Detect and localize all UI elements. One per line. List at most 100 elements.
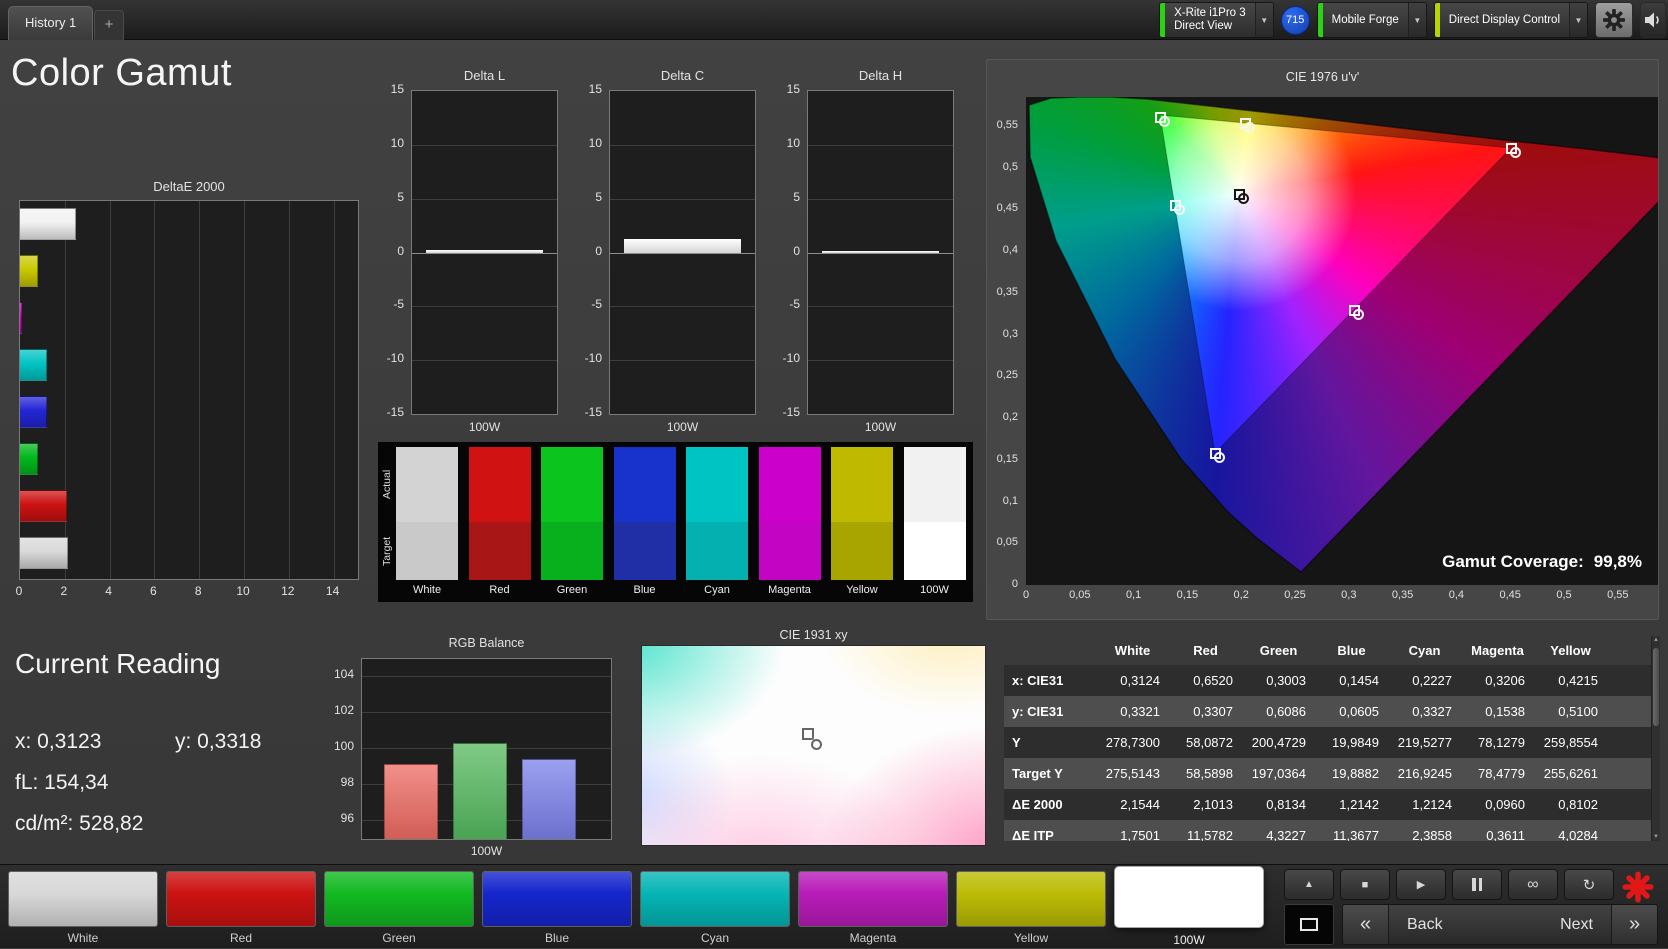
delta-h-chart-title: Delta H <box>858 68 903 83</box>
table-cell: 0,1538 <box>1485 704 1525 719</box>
y-tick-label: 0 <box>793 243 800 258</box>
transport-pause-button[interactable] <box>1452 869 1502 900</box>
target-row-label: Target <box>381 536 393 566</box>
patch-button-yellow[interactable]: Yellow <box>956 865 1106 949</box>
scroll-down-icon[interactable]: ▼ <box>1652 834 1660 840</box>
x-tick-label: 0,5 <box>1556 589 1572 601</box>
transport-refresh-button[interactable]: ↻ <box>1564 869 1614 900</box>
cie-marker-blue-primary-measured <box>1214 452 1225 463</box>
table-cell: 219,5277 <box>1397 735 1452 750</box>
patch-button-blue[interactable]: Blue <box>482 865 632 949</box>
settings-gear-button[interactable] <box>1595 2 1633 38</box>
next-button[interactable]: Next <box>1560 916 1593 934</box>
swatch-label: 100W <box>920 584 949 596</box>
patch-button-white[interactable]: White <box>8 865 158 949</box>
table-cell: 0,3611 <box>1486 828 1525 841</box>
actual-patch <box>686 447 748 522</box>
table-cell: 78,1279 <box>1478 735 1525 750</box>
delta-c-bar <box>624 238 741 253</box>
table-scrollbar[interactable]: ▲ ▼ <box>1651 636 1660 841</box>
deltae2000-x-axis: 0 2 4 6 8 10 12 14 <box>16 584 359 600</box>
y-tick-label: 0,35 <box>996 285 1018 298</box>
scroll-up-icon[interactable]: ▲ <box>1652 637 1660 643</box>
table-cell: 11,3677 <box>1332 828 1379 841</box>
patch-color <box>956 871 1106 927</box>
display-control-dropdown[interactable]: Direct Display Control ▼ <box>1433 2 1588 38</box>
rgb-balance-y-axis: 104 102 100 98 96 <box>317 658 357 840</box>
row-label: Y <box>1012 735 1021 750</box>
cie1931-target-marker <box>802 728 814 740</box>
transport-stop-button[interactable]: ■ <box>1340 869 1390 900</box>
swatch-column-red: Red <box>468 442 531 602</box>
patch-label: 100W <box>1173 933 1205 947</box>
y-tick-label: 98 <box>340 775 354 789</box>
table-cell: 0,5100 <box>1558 704 1598 719</box>
table-cell: 259,8554 <box>1543 735 1598 750</box>
y-tick-label: 10 <box>390 135 404 150</box>
chevron-down-icon[interactable]: ▼ <box>1569 3 1587 37</box>
cie-marker-green-primary-measured <box>1159 116 1170 127</box>
pattern-source-dropdown[interactable]: Mobile Forge ▼ <box>1316 2 1427 38</box>
table-cell: 4,3227 <box>1266 828 1306 841</box>
cie1976-panel: CIE 1976 u'v' 0,55 0,5 0,45 0,4 0,35 0,3 0,25 0… <box>986 59 1659 620</box>
chevron-down-icon[interactable]: ▼ <box>1407 3 1426 37</box>
patch-button-cyan[interactable]: Cyan <box>640 865 790 949</box>
x-tick-label: 8 <box>194 584 202 598</box>
patch-button-magenta[interactable]: Magenta <box>798 865 948 949</box>
back-chevron-button[interactable]: « <box>1343 905 1389 944</box>
pattern-source-label: Mobile Forge <box>1331 13 1399 26</box>
x-tick-label: 0,4 <box>1448 589 1465 601</box>
x-tick-label: 0 <box>1022 589 1030 601</box>
table-cell: 4,0284 <box>1558 828 1598 841</box>
delta-c-x-label: 100W <box>666 420 699 434</box>
reading-x: x: 0,3123 <box>15 730 102 753</box>
cie-marker-white-point-measured <box>1238 193 1249 204</box>
meter-dropdown[interactable]: X-Rite i1Pro 3 Direct View ▼ <box>1159 2 1274 38</box>
patch-label: Cyan <box>700 931 729 945</box>
red-asterisk-icon <box>1622 871 1654 903</box>
gridline <box>244 201 245 579</box>
speaker-button[interactable] <box>1640 2 1666 38</box>
gridline <box>412 306 557 308</box>
add-tab-button[interactable]: + <box>94 10 124 40</box>
patch-button-green[interactable]: Green <box>324 865 474 949</box>
patch-color <box>166 871 316 927</box>
transport-play-button[interactable]: ▶ <box>1396 869 1446 900</box>
patch-color <box>324 871 474 927</box>
up-icon: ▲ <box>1304 879 1314 890</box>
page-title: Color Gamut <box>11 52 232 94</box>
table-cell: 58,5898 <box>1186 766 1233 781</box>
table-cell: 0,6520 <box>1193 673 1233 688</box>
patch-button-100w[interactable]: 100W <box>1114 865 1264 949</box>
transport-infinity-button[interactable]: ∞ <box>1508 869 1558 900</box>
patch-label: Magenta <box>849 931 897 945</box>
autocal-star-button[interactable] <box>1618 868 1658 906</box>
chevron-down-icon[interactable]: ▼ <box>1254 3 1273 37</box>
meter-count-badge: 715 <box>1280 5 1310 35</box>
x-tick-label: 4 <box>105 584 112 598</box>
table-cell: 0,3327 <box>1412 704 1452 719</box>
row-label: y: CIE31 <box>1012 704 1064 719</box>
next-chevron-button[interactable]: » <box>1611 905 1657 944</box>
transport-up-button[interactable]: ▲ <box>1284 869 1334 900</box>
pattern-window-button[interactable] <box>1284 904 1334 945</box>
table-cell: 2,1013 <box>1193 797 1233 812</box>
table-row: ΔE ITP 1,7501 11,5782 4,3227 11,3677 2,3858 0,… <box>1004 820 1660 841</box>
column-header: Cyan <box>1408 643 1441 658</box>
patch-button-red[interactable]: Red <box>166 865 316 949</box>
target-patch <box>831 522 893 580</box>
y-tick-label: -10 <box>782 351 800 366</box>
y-tick-label: 10 <box>588 135 602 150</box>
delta-c-chart-title: Delta C <box>660 68 705 83</box>
back-button[interactable]: Back <box>1407 916 1443 934</box>
tab-history-1[interactable]: History 1 <box>8 6 94 40</box>
patch-label: Green <box>382 931 416 945</box>
gridline <box>109 201 111 579</box>
delta-h-x-label: 100W <box>864 420 897 434</box>
y-tick-label: 0,05 <box>996 536 1018 549</box>
cie1976-diagram: Gamut Coverage: 99,8% <box>1026 97 1658 585</box>
deltae2000-chart-title: DeltaE 2000 <box>153 179 225 194</box>
actual-row-label: Actual <box>381 469 393 500</box>
scrollbar-thumb[interactable] <box>1653 648 1659 726</box>
actual-patch <box>613 447 676 522</box>
